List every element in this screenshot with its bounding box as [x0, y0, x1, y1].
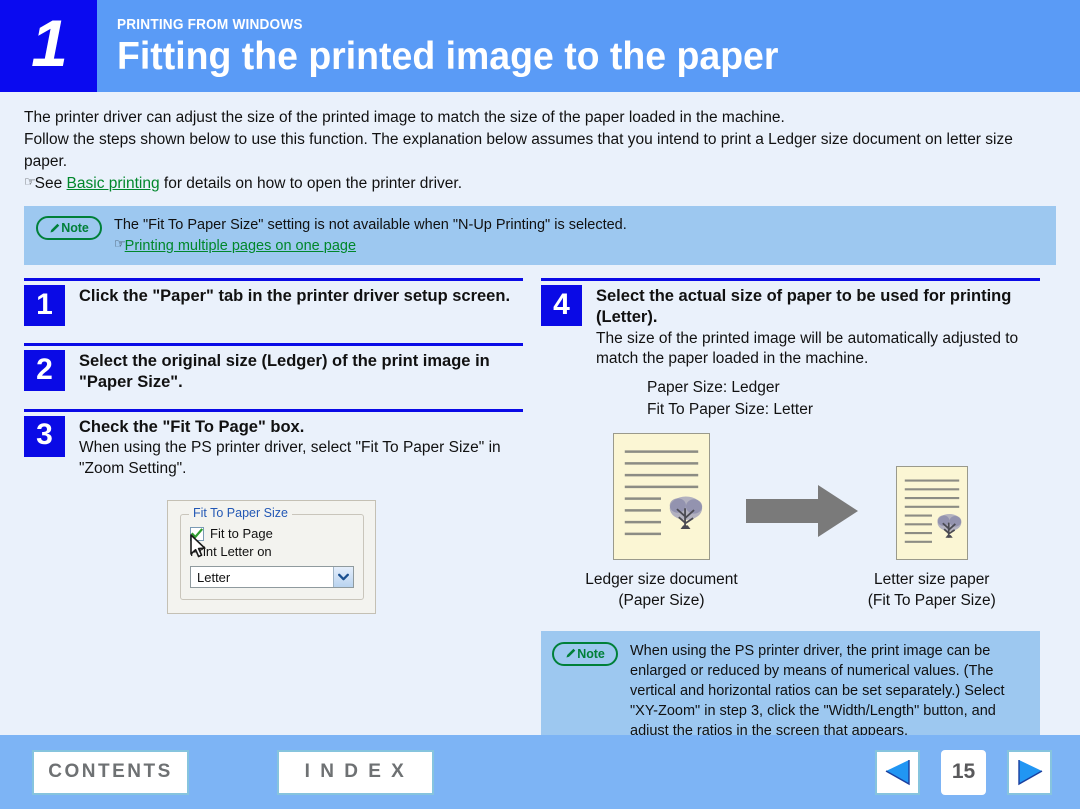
- note-bottom-text: When using the PS printer driver, the pr…: [630, 642, 1005, 739]
- letter-paper-caption: Letter size paper (Fit To Paper Size): [868, 570, 996, 612]
- letter-paper-sheet: [895, 465, 968, 560]
- checkmark-icon: [191, 527, 203, 539]
- intro-line-2: Follow the steps shown below to use this…: [24, 131, 1013, 170]
- paper-size-dropdown-value: Letter: [197, 569, 231, 585]
- index-button[interactable]: I N D E X: [277, 749, 434, 795]
- step-3: 3 Check the "Fit To Page" box. When usin…: [24, 408, 523, 480]
- note-badge-label: Note: [61, 221, 89, 235]
- ledger-document-caption: Ledger size document (Paper Size): [585, 570, 738, 612]
- conversion-arrow-wrap: [738, 433, 868, 537]
- note-badge-icon: Note: [36, 216, 102, 240]
- note-badge-label: Note: [577, 646, 605, 661]
- index-button-label: I N D E X: [304, 761, 407, 782]
- letter-caption-line-1: Letter size paper: [874, 570, 990, 588]
- tree-illustration: [669, 496, 703, 529]
- step-3-heading: Check the "Fit To Page" box.: [79, 417, 305, 436]
- right-arrow-icon: [745, 484, 858, 537]
- tree-illustration: [937, 513, 962, 538]
- triangle-left-icon: [885, 760, 910, 786]
- driver-dialog-screenshot: Fit To Paper Size Fit to Page Print Lett…: [167, 500, 523, 615]
- note-box-bottom: Note When using the PS printer driver, t…: [541, 630, 1040, 751]
- intro-see-suffix: for details on how to open the printer d…: [159, 175, 463, 192]
- intro-see-line: ☞See Basic printing for details on how t…: [24, 173, 1058, 195]
- left-column: 1 Click the "Paper" tab in the printer d…: [24, 278, 523, 751]
- page-header: 1 PRINTING FROM WINDOWS Fitting the prin…: [0, 0, 1080, 92]
- step-2-heading: Select the original size (Ledger) of the…: [79, 352, 490, 391]
- fit-to-page-checkbox[interactable]: [190, 526, 204, 541]
- note-badge-inner: Note: [49, 221, 89, 235]
- current-page-number: 15: [951, 760, 976, 783]
- ledger-document-sheet: [612, 432, 710, 560]
- step-4-heading: Select the actual size of paper to be us…: [596, 287, 1012, 326]
- step-1: 1 Click the "Paper" tab in the printer d…: [24, 278, 523, 326]
- header-text-block: PRINTING FROM WINDOWS Fitting the printe…: [97, 0, 806, 92]
- fit-to-page-label-b: e: [265, 526, 273, 542]
- intro-text: The printer driver can adjust the size o…: [0, 96, 1080, 195]
- right-column: 4 Select the actual size of paper to be …: [541, 278, 1040, 751]
- step-1-heading: Click the "Paper" tab in the printer dri…: [79, 287, 511, 305]
- step-3-subtext: When using the PS printer driver, select…: [79, 439, 501, 477]
- note-box-top: Note The "Fit To Paper Size" setting is …: [24, 206, 1056, 265]
- paper-size-dropdown[interactable]: Letter: [190, 566, 354, 589]
- step-4-subtext: The size of the printed image will be au…: [596, 329, 1019, 368]
- paper-spec-block: Paper Size: Ledger Fit To Paper Size: Le…: [647, 377, 1040, 420]
- footer-pager: 15: [875, 749, 1052, 795]
- ledger-caption-line-1: Ledger size document: [585, 570, 738, 588]
- letter-paper-content: [904, 479, 962, 543]
- intro-line-1: The printer driver can adjust the size o…: [24, 109, 785, 126]
- triangle-right-icon: [1017, 760, 1042, 786]
- note-top-link-row: ☞Printing multiple pages on one page: [114, 235, 627, 256]
- letter-paper-group: Letter size paper (Fit To Paper Size): [868, 433, 996, 612]
- step-4: 4 Select the actual size of paper to be …: [541, 278, 1040, 369]
- basic-printing-link[interactable]: Basic printing: [67, 175, 160, 192]
- step-2: 2 Select the original size (Ledger) of t…: [24, 343, 523, 393]
- header-chapter-number: 1: [31, 6, 68, 80]
- print-letter-on-label: Print Letter on: [190, 544, 272, 560]
- header-kicker: PRINTING FROM WINDOWS: [117, 17, 303, 34]
- fit-to-page-label-a: Fit to Pa: [210, 526, 259, 542]
- footer-nav-bar: CONTENTS I N D E X 15: [0, 735, 1080, 809]
- step-2-number: 2: [24, 350, 65, 391]
- pointing-hand-icon: ☞: [114, 236, 126, 251]
- content-columns: 1 Click the "Paper" tab in the printer d…: [0, 265, 1080, 751]
- ledger-document-group: Ledger size document (Paper Size): [585, 432, 738, 612]
- fit-to-paper-size-dialog: Fit To Paper Size Fit to Page Print Lett…: [167, 500, 376, 615]
- header-chapter-number-box: 1: [0, 0, 97, 92]
- fit-to-paper-size-groupbox: Fit To Paper Size Fit to Page Print Lett…: [180, 506, 364, 601]
- step-3-number: 3: [24, 415, 65, 457]
- step-4-number: 4: [541, 285, 582, 326]
- fit-to-page-label-accel: g: [258, 526, 266, 542]
- note-badge-inner: Note: [565, 646, 605, 661]
- fit-to-page-label: Fit to Page: [210, 526, 273, 541]
- note-top-body: The "Fit To Paper Size" setting is not a…: [114, 214, 627, 256]
- note-top-text: The "Fit To Paper Size" setting is not a…: [114, 217, 627, 233]
- paper-spec-line-2: Fit To Paper Size: Letter: [647, 401, 813, 419]
- fit-illustration: Ledger size document (Paper Size) Letter…: [541, 432, 1040, 612]
- chevron-down-icon[interactable]: [333, 567, 353, 588]
- pencil-icon: [50, 223, 60, 233]
- groupbox-legend: Fit To Paper Size: [189, 506, 292, 521]
- note-badge-icon: Note: [552, 641, 618, 666]
- page-title: Fitting the printed image to the paper: [117, 34, 779, 78]
- letter-caption-line-2: (Fit To Paper Size): [867, 591, 996, 609]
- fit-to-page-row[interactable]: Fit to Page: [190, 526, 354, 541]
- contents-button-label: CONTENTS: [48, 761, 173, 782]
- ledger-document-content: [624, 450, 703, 536]
- previous-page-button[interactable]: [875, 749, 920, 795]
- current-page-box: 15: [941, 749, 986, 795]
- next-page-button[interactable]: [1007, 749, 1052, 795]
- ledger-caption-line-2: (Paper Size): [618, 591, 705, 609]
- pointing-hand-icon: ☞: [24, 174, 36, 189]
- step-1-number: 1: [24, 285, 65, 326]
- contents-button[interactable]: CONTENTS: [32, 749, 189, 795]
- pencil-icon: [566, 648, 576, 658]
- printing-multiple-pages-link[interactable]: Printing multiple pages on one page: [125, 238, 356, 254]
- intro-see-prefix: See: [34, 175, 67, 192]
- paper-spec-line-1: Paper Size: Ledger: [647, 379, 780, 397]
